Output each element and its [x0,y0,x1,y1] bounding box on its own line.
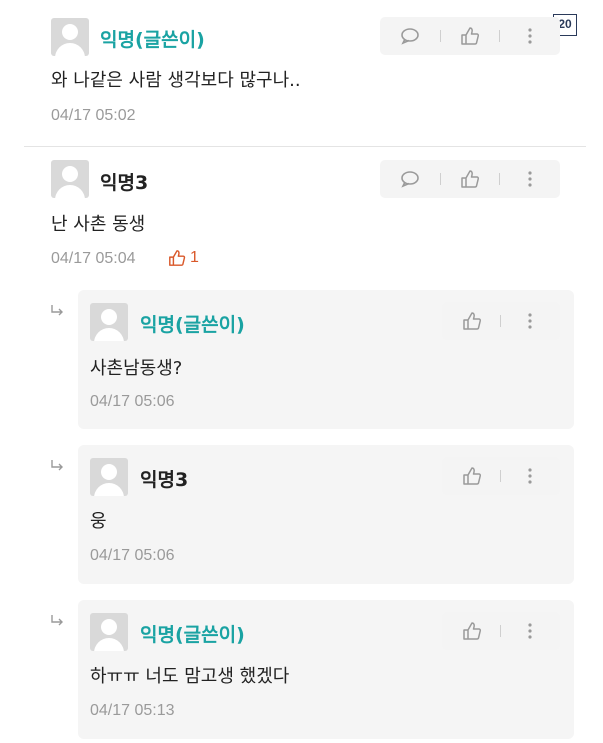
more-button[interactable] [519,168,541,190]
reply-arrow-icon [51,615,63,626]
divider [24,146,586,147]
reply-item: 익명(글쓴이) 사촌남동생? 04/17 05:06 [78,290,574,429]
more-button[interactable] [519,465,541,487]
divider [499,30,501,42]
more-vertical-icon [528,623,532,639]
like-count[interactable]: 1 [168,249,199,267]
reply-author[interactable]: 익명(글쓴이) [140,310,245,337]
reply-item: 익명3 웅 04/17 05:06 [78,445,574,584]
comment-author[interactable]: 익명(글쓴이) [100,25,205,52]
more-vertical-icon [528,468,532,484]
more-button[interactable] [519,620,541,642]
like-button[interactable] [459,25,481,47]
thumbs-up-icon [463,312,481,330]
reply-arrow-icon [51,460,63,471]
divider [500,625,502,637]
more-button[interactable] [519,310,541,332]
reply-arrow-icon [51,305,63,316]
reply-author[interactable]: 익명(글쓴이) [140,620,245,647]
comment-text: 난 사촌 동생 [51,214,146,235]
avatar [51,160,89,198]
like-button[interactable] [461,310,483,332]
avatar [90,613,128,651]
reply-date: 04/17 05:13 [90,702,175,719]
speech-bubble-icon [401,171,419,188]
like-button[interactable] [461,465,483,487]
divider [499,173,501,185]
comment-actions [380,17,560,55]
thumbs-up-icon [463,467,481,485]
reply-date: 04/17 05:06 [90,547,175,564]
thumbs-up-icon [463,622,481,640]
divider [439,30,441,42]
more-vertical-icon [528,171,532,187]
thumbs-up-icon [461,27,479,45]
comment-actions [380,160,560,198]
speech-bubble-icon [401,28,419,45]
thumbs-up-icon [169,250,186,266]
comment-author[interactable]: 익명3 [100,168,148,195]
divider [439,173,441,185]
reply-button[interactable] [399,168,421,190]
reply-author[interactable]: 익명3 [140,465,188,492]
reply-text: 웅 [90,511,107,532]
reply-item: 익명(글쓴이) 하ㅠㅠ 너도 맘고생 했겠다 04/17 05:13 [78,600,574,739]
avatar [90,303,128,341]
reply-text: 하ㅠㅠ 너도 맘고생 했겠다 [90,666,290,687]
avatar [51,18,89,56]
comment-date: 04/17 05:02 [51,107,136,124]
reply-date: 04/17 05:06 [90,393,175,410]
reply-actions [442,612,560,650]
reply-actions [442,457,560,495]
avatar [90,458,128,496]
reply-text: 사촌남동생? [90,358,183,379]
comment-text: 와 나같은 사람 생각보다 많구나.. [51,70,301,91]
reply-actions [442,302,560,340]
like-count-value: 1 [190,249,199,266]
thumbs-up-icon [461,170,479,188]
more-vertical-icon [528,28,532,44]
divider [500,315,502,327]
comment-date: 04/17 05:04 [51,250,136,267]
reply-button[interactable] [399,25,421,47]
divider [500,470,502,482]
more-vertical-icon [528,313,532,329]
like-button[interactable] [459,168,481,190]
more-button[interactable] [519,25,541,47]
like-button[interactable] [461,620,483,642]
comment-item: 익명3 난 사촌 동생 04/17 05:04 1 [0,148,603,288]
comment-item: 익명(글쓴이) 와 나같은 사람 생각보다 많구나.. 04/17 05:02 [0,0,603,146]
